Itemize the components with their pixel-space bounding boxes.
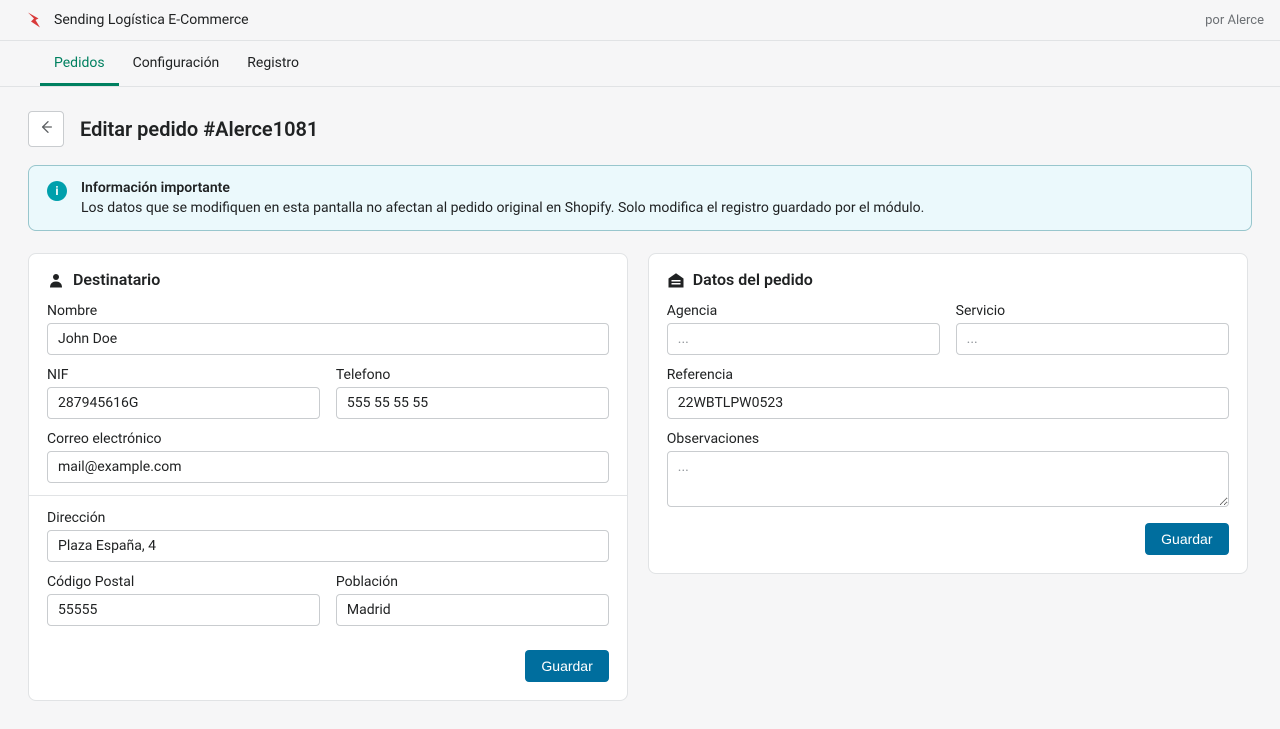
email-input[interactable] bbox=[47, 451, 609, 483]
arrow-left-icon bbox=[38, 119, 54, 140]
person-icon bbox=[47, 271, 65, 289]
attribution: por Alerce bbox=[1205, 13, 1264, 28]
nif-label: NIF bbox=[47, 367, 320, 383]
order-save-button[interactable]: Guardar bbox=[1145, 523, 1228, 555]
order-card: Datos del pedido Agencia Servicio Refere… bbox=[648, 253, 1248, 574]
email-label: Correo electrónico bbox=[47, 431, 609, 447]
app-logo-icon bbox=[24, 10, 44, 30]
page-header: Editar pedido #Alerce1081 bbox=[28, 111, 1252, 147]
warehouse-icon bbox=[667, 271, 685, 289]
notes-group: Observaciones bbox=[667, 431, 1229, 511]
email-group: Correo electrónico bbox=[47, 431, 609, 483]
topbar: Sending Logística E-Commerce por Alerce bbox=[0, 0, 1280, 41]
service-group: Servicio bbox=[956, 303, 1229, 355]
notes-textarea[interactable] bbox=[667, 451, 1229, 507]
name-label: Nombre bbox=[47, 303, 609, 319]
service-input[interactable] bbox=[956, 323, 1229, 355]
recipient-header: Destinatario bbox=[47, 270, 609, 289]
city-group: Población bbox=[336, 574, 609, 626]
reference-group: Referencia bbox=[667, 367, 1229, 419]
reference-input[interactable] bbox=[667, 387, 1229, 419]
agency-label: Agencia bbox=[667, 303, 940, 319]
address-label: Dirección bbox=[47, 510, 609, 526]
postal-label: Código Postal bbox=[47, 574, 320, 590]
agency-input[interactable] bbox=[667, 323, 940, 355]
page-title: Editar pedido #Alerce1081 bbox=[80, 117, 318, 141]
cards-row: Destinatario Nombre NIF Telefono Correo … bbox=[28, 253, 1252, 701]
banner-text: Los datos que se modifiquen en esta pant… bbox=[81, 200, 924, 216]
postal-input[interactable] bbox=[47, 594, 320, 626]
order-title: Datos del pedido bbox=[693, 270, 813, 289]
notes-label: Observaciones bbox=[667, 431, 1229, 447]
banner-title: Información importante bbox=[81, 180, 924, 196]
recipient-card: Destinatario Nombre NIF Telefono Correo … bbox=[28, 253, 628, 701]
city-label: Población bbox=[336, 574, 609, 590]
back-button[interactable] bbox=[28, 111, 64, 147]
address-group: Dirección bbox=[47, 510, 609, 562]
name-input[interactable] bbox=[47, 323, 609, 355]
divider bbox=[29, 495, 627, 496]
info-banner: i Información importante Los datos que s… bbox=[28, 165, 1252, 231]
topbar-left: Sending Logística E-Commerce bbox=[24, 10, 249, 30]
tabs: Pedidos Configuración Registro bbox=[0, 41, 1280, 87]
tab-pedidos[interactable]: Pedidos bbox=[40, 41, 119, 86]
phone-label: Telefono bbox=[336, 367, 609, 383]
order-header: Datos del pedido bbox=[667, 270, 1229, 289]
name-group: Nombre bbox=[47, 303, 609, 355]
banner-content: Información importante Los datos que se … bbox=[81, 180, 924, 216]
recipient-actions: Guardar bbox=[47, 650, 609, 682]
app-title: Sending Logística E-Commerce bbox=[54, 12, 249, 28]
city-input[interactable] bbox=[336, 594, 609, 626]
recipient-save-button[interactable]: Guardar bbox=[525, 650, 608, 682]
service-label: Servicio bbox=[956, 303, 1229, 319]
reference-label: Referencia bbox=[667, 367, 1229, 383]
nif-group: NIF bbox=[47, 367, 320, 419]
phone-group: Telefono bbox=[336, 367, 609, 419]
tab-registro[interactable]: Registro bbox=[233, 41, 313, 86]
order-actions: Guardar bbox=[667, 523, 1229, 555]
info-icon: i bbox=[47, 181, 67, 201]
postal-group: Código Postal bbox=[47, 574, 320, 626]
page: Editar pedido #Alerce1081 i Información … bbox=[0, 87, 1280, 729]
agency-group: Agencia bbox=[667, 303, 940, 355]
nif-input[interactable] bbox=[47, 387, 320, 419]
address-input[interactable] bbox=[47, 530, 609, 562]
recipient-title: Destinatario bbox=[73, 270, 160, 289]
phone-input[interactable] bbox=[336, 387, 609, 419]
tab-configuracion[interactable]: Configuración bbox=[119, 41, 234, 86]
